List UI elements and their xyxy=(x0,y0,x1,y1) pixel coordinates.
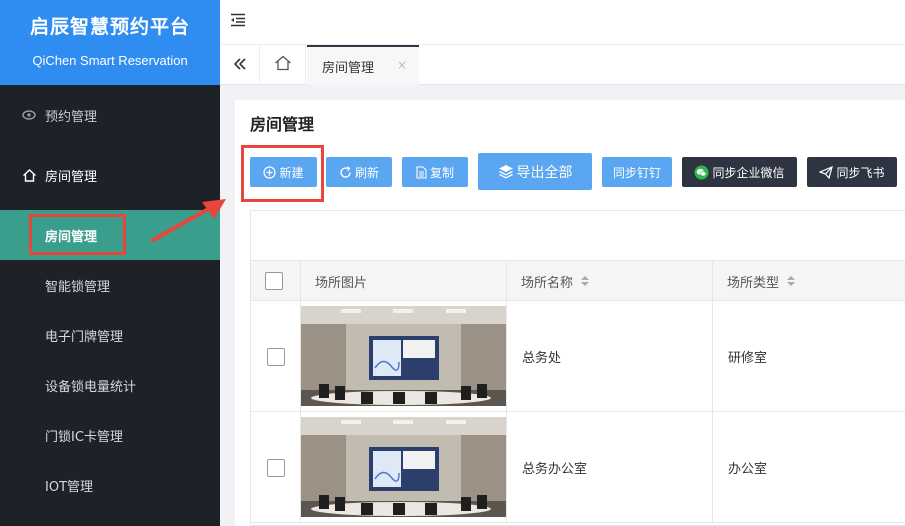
top-bar xyxy=(220,0,905,45)
collapse-tabs-button[interactable] xyxy=(220,45,260,85)
refresh-button-label: 刷新 xyxy=(354,165,379,180)
room-type: 研修室 xyxy=(728,351,768,366)
copy-button-label: 复制 xyxy=(429,165,454,180)
column-header-type[interactable]: 场所类型 xyxy=(713,261,905,301)
sync-feishu-button[interactable]: 同步飞书 xyxy=(807,157,897,187)
layers-icon xyxy=(498,164,514,179)
brand-subtitle: QiChen Smart Reservation xyxy=(32,53,188,68)
menu-fold-icon[interactable] xyxy=(230,12,248,30)
row-select-cell xyxy=(251,412,301,523)
copy-button[interactable]: 复制 xyxy=(402,157,468,187)
table-toolbar xyxy=(251,211,905,261)
room-type: 办公室 xyxy=(728,462,768,477)
double-chevron-left-icon xyxy=(233,56,247,75)
sidebar-item-e-doorplate[interactable]: 电子门牌管理 xyxy=(0,310,220,360)
sidebar-item-label: IOT管理 xyxy=(45,479,94,495)
sync-dingtalk-label: 同步钉钉 xyxy=(612,165,661,180)
row-checkbox[interactable] xyxy=(266,347,285,366)
column-label: 场所类型 xyxy=(727,275,780,291)
eye-icon xyxy=(20,106,38,124)
table-row[interactable]: 总务处 研修室 xyxy=(251,301,905,412)
sync-wecom-button[interactable]: 同步企业微信 xyxy=(682,157,797,187)
row-select-cell xyxy=(251,301,301,412)
brand-title: 启辰智慧预约平台 xyxy=(29,16,190,38)
menu-group-room[interactable]: 房间管理 xyxy=(0,155,220,195)
sort-icon[interactable] xyxy=(581,276,590,286)
sidebar-item-label: 智能锁管理 xyxy=(45,279,111,295)
room-table: 场所图片 场所名称 场所类型 总务处 研修室 总务办公室 办公室 xyxy=(250,210,905,526)
refresh-button[interactable]: 刷新 xyxy=(326,157,392,187)
room-type-cell: 办公室 xyxy=(713,412,905,523)
sidebar: 启辰智慧预约平台 QiChen Smart Reservation 预约管理 房… xyxy=(0,0,220,526)
row-checkbox[interactable] xyxy=(266,458,285,477)
room-name: 总务处 xyxy=(522,351,562,366)
sidebar-item-iot[interactable]: IOT管理 xyxy=(0,460,220,510)
column-label: 场所图片 xyxy=(315,275,368,291)
room-photo[interactable] xyxy=(301,306,506,406)
sync-feishu-label: 同步飞书 xyxy=(836,165,885,180)
tabs-bar: 房间管理 × xyxy=(220,45,905,85)
sync-dingtalk-button[interactable]: 同步钉钉 xyxy=(602,157,672,187)
room-name-cell: 总务办公室 xyxy=(507,412,713,523)
sidebar-item-label: 设备锁电量统计 xyxy=(45,379,137,395)
sidebar-item-label: 电子门牌管理 xyxy=(45,329,124,345)
sort-icon[interactable] xyxy=(787,276,796,286)
file-icon xyxy=(416,165,427,179)
menu-group-reservation[interactable]: 预约管理 xyxy=(0,95,220,135)
room-name-cell: 总务处 xyxy=(507,301,713,412)
export-all-button[interactable]: 导出全部 xyxy=(478,153,592,190)
column-header-image: 场所图片 xyxy=(301,261,507,301)
wechat-icon xyxy=(694,165,709,180)
brand-header: 启辰智慧预约平台 QiChen Smart Reservation xyxy=(0,0,220,85)
column-header-name[interactable]: 场所名称 xyxy=(507,261,713,301)
export-all-button-label: 导出全部 xyxy=(516,164,573,181)
sync-wecom-label: 同步企业微信 xyxy=(712,165,785,180)
annotation-highlight-new-button xyxy=(241,145,324,202)
home-icon xyxy=(20,166,38,184)
sidebar-item-label: 门锁IC卡管理 xyxy=(45,429,123,445)
tab-room-management[interactable]: 房间管理 × xyxy=(307,45,419,85)
room-name: 总务办公室 xyxy=(522,462,588,477)
tab-home[interactable] xyxy=(260,45,306,85)
annotation-highlight-sidebar xyxy=(29,214,126,255)
table-row[interactable]: 总务办公室 办公室 xyxy=(251,412,905,523)
paper-plane-icon xyxy=(819,165,834,179)
room-type-cell: 研修室 xyxy=(713,301,905,412)
table-header: 场所图片 场所名称 场所类型 xyxy=(251,261,905,301)
annotation-arrow-icon xyxy=(151,199,226,242)
sidebar-item-ic-card[interactable]: 门锁IC卡管理 xyxy=(0,410,220,460)
menu-group-label: 房间管理 xyxy=(45,169,98,185)
tab-label: 房间管理 xyxy=(322,60,375,76)
home-icon xyxy=(274,55,292,75)
refresh-icon xyxy=(339,165,352,179)
sidebar-item-battery-stats[interactable]: 设备锁电量统计 xyxy=(0,360,220,410)
menu-group-label: 预约管理 xyxy=(45,109,98,125)
room-photo[interactable] xyxy=(301,417,506,517)
close-icon[interactable]: × xyxy=(397,58,407,72)
sidebar-item-smart-lock[interactable]: 智能锁管理 xyxy=(0,260,220,310)
page-title: 房间管理 xyxy=(250,115,315,134)
select-all-cell xyxy=(251,261,301,301)
column-label: 场所名称 xyxy=(521,275,574,291)
select-all-checkbox[interactable] xyxy=(265,272,283,290)
